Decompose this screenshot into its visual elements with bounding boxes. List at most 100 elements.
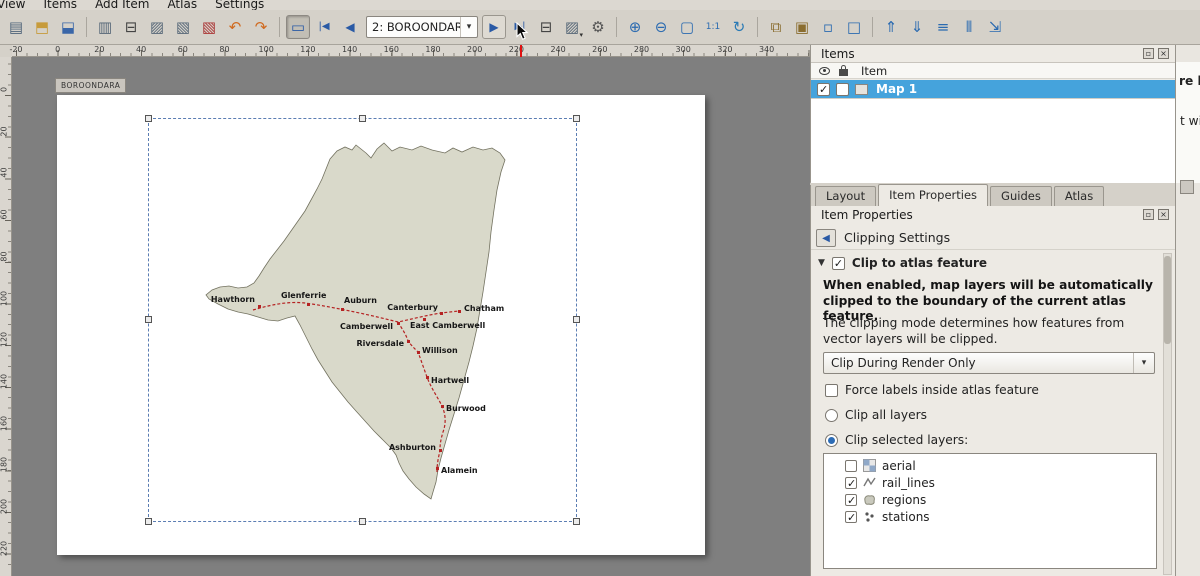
layer-name: regions (882, 493, 926, 507)
tab-atlas[interactable]: Atlas (1054, 186, 1104, 206)
distribute-items-button[interactable]: ⫴ (957, 15, 981, 39)
selection-handle[interactable] (573, 518, 580, 525)
layer-checkbox[interactable] (845, 477, 857, 489)
menu-atlas[interactable]: Atlas (158, 0, 206, 10)
clip-layers-list: aerialrail_linesregionsstations (823, 453, 1157, 569)
print-atlas-button[interactable]: ⊟ (534, 15, 558, 39)
atlas-feature-combo[interactable]: 2: BOROONDARA▾ (366, 16, 478, 38)
save-icon: ⬓ (61, 20, 75, 35)
ruler-label: 160 (381, 45, 401, 54)
clip-all-layers-row[interactable]: Clip all layers (825, 407, 927, 423)
menu-view[interactable]: View (0, 0, 34, 10)
items-panel-title: Items (817, 47, 1139, 61)
force-labels-checkbox[interactable] (825, 384, 838, 397)
clip-layer-row-stations[interactable]: stations (824, 508, 1156, 525)
clip-layer-row-regions[interactable]: regions (824, 491, 1156, 508)
menu-settings[interactable]: Settings (206, 0, 273, 10)
force-labels-row[interactable]: Force labels inside atlas feature (825, 382, 1039, 398)
previous-feature-button[interactable]: ◀ (338, 15, 362, 39)
copy-button[interactable]: ⧉ (764, 15, 788, 39)
preview-atlas-button[interactable]: ▭ (286, 15, 310, 39)
chevron-down-icon[interactable]: ▾ (1133, 353, 1154, 373)
collapse-triangle-icon[interactable]: ▼ (818, 258, 825, 268)
clip-layer-row-rail-lines[interactable]: rail_lines (824, 474, 1156, 491)
ruler-label: 20 (0, 121, 9, 141)
clip-all-layers-radio[interactable] (825, 409, 838, 422)
zoom-in-button[interactable]: ⊕ (623, 15, 647, 39)
redo-button[interactable]: ↷ (249, 15, 273, 39)
first-feature-button[interactable]: |◀ (312, 15, 336, 39)
tab-guides[interactable]: Guides (990, 186, 1052, 206)
close-panel-icon[interactable]: × (1158, 209, 1169, 220)
chevron-down-icon[interactable]: ▾ (460, 17, 477, 37)
next-feature-icon: ▶ (489, 21, 498, 33)
zoom-actual-icon: 1:1 (706, 23, 720, 32)
raise-items-button[interactable]: ⇑ (879, 15, 903, 39)
scrollbar[interactable] (1163, 253, 1172, 575)
refresh-button[interactable]: ↻ (727, 15, 751, 39)
lock-checkbox[interactable] (836, 83, 849, 96)
tab-layout[interactable]: Layout (815, 186, 876, 206)
open-folder-icon: ⬒ (35, 20, 49, 35)
selection-handle[interactable] (145, 518, 152, 525)
clipping-mode-combo[interactable]: Clip During Render Only ▾ (823, 352, 1155, 374)
save-button[interactable]: ⬓ (56, 15, 80, 39)
deselect-button[interactable]: □ (842, 15, 866, 39)
map-item-selection-frame[interactable] (148, 118, 577, 522)
next-feature-button[interactable]: ▶ (482, 15, 506, 39)
ruler-label: 220 (0, 538, 9, 558)
export-image-button[interactable]: ▨ (145, 15, 169, 39)
export-image-icon: ▨ (150, 20, 164, 35)
visibility-checkbox[interactable] (817, 83, 830, 96)
zoom-out-button[interactable]: ⊖ (649, 15, 673, 39)
selection-handle[interactable] (573, 115, 580, 122)
distribute-items-icon: ⫴ (966, 20, 972, 35)
zoom-actual-button[interactable]: 1:1 (701, 15, 725, 39)
paste-button[interactable]: ▣ (790, 15, 814, 39)
layer-checkbox[interactable] (845, 511, 857, 523)
save-as-template-icon: ▤ (9, 20, 23, 35)
ruler-label: 0 (48, 45, 68, 54)
export-svg-button[interactable]: ▧ (171, 15, 195, 39)
back-button[interactable]: ◀ (816, 229, 836, 247)
menu-items[interactable]: Items (34, 0, 86, 10)
add-page-button[interactable]: ▥ (93, 15, 117, 39)
items-row-map-1[interactable]: Map 1 (811, 80, 1175, 98)
selection-handle[interactable] (573, 316, 580, 323)
undo-button[interactable]: ↶ (223, 15, 247, 39)
atlas-settings-button[interactable]: ⚙ (586, 15, 610, 39)
last-feature-button[interactable]: ▶| (508, 15, 532, 39)
clip-to-atlas-section-header[interactable]: ▼ Clip to atlas feature (811, 252, 1175, 274)
layer-checkbox[interactable] (845, 460, 857, 472)
float-panel-icon[interactable]: ▫ (1143, 209, 1154, 220)
lower-items-button[interactable]: ⇓ (905, 15, 929, 39)
ruler-label: 340 (757, 45, 777, 54)
scrollbar-thumb[interactable] (1164, 256, 1171, 344)
tab-item-properties[interactable]: Item Properties (878, 184, 988, 206)
save-as-template-button[interactable]: ▤ (4, 15, 28, 39)
align-items-icon: ≡ (937, 20, 950, 35)
item-label: Map 1 (876, 82, 917, 96)
zoom-full-button[interactable]: ▢ (675, 15, 699, 39)
align-items-button[interactable]: ≡ (931, 15, 955, 39)
layer-checkbox[interactable] (845, 494, 857, 506)
selection-handle[interactable] (145, 316, 152, 323)
select-all-button[interactable]: ▫ (816, 15, 840, 39)
selection-handle[interactable] (359, 115, 366, 122)
export-atlas-button[interactable]: ▨▾ (560, 15, 584, 39)
clip-to-atlas-checkbox[interactable] (832, 257, 845, 270)
menu-add-item[interactable]: Add Item (86, 0, 158, 10)
print-button[interactable]: ⊟ (119, 15, 143, 39)
clip-selected-layers-row[interactable]: Clip selected layers: (825, 432, 968, 448)
float-panel-icon[interactable]: ▫ (1143, 48, 1154, 59)
cutoff-text: re le (1179, 74, 1200, 88)
open-folder-button[interactable]: ⬒ (30, 15, 54, 39)
resize-items-button[interactable]: ⇲ (983, 15, 1007, 39)
export-pdf-button[interactable]: ▧ (197, 15, 221, 39)
clip-selected-layers-radio[interactable] (825, 434, 838, 447)
clip-layer-row-aerial[interactable]: aerial (824, 457, 1156, 474)
close-panel-icon[interactable]: × (1158, 48, 1169, 59)
selection-handle[interactable] (359, 518, 366, 525)
selection-handle[interactable] (145, 115, 152, 122)
ruler-label: 60 (0, 205, 9, 225)
